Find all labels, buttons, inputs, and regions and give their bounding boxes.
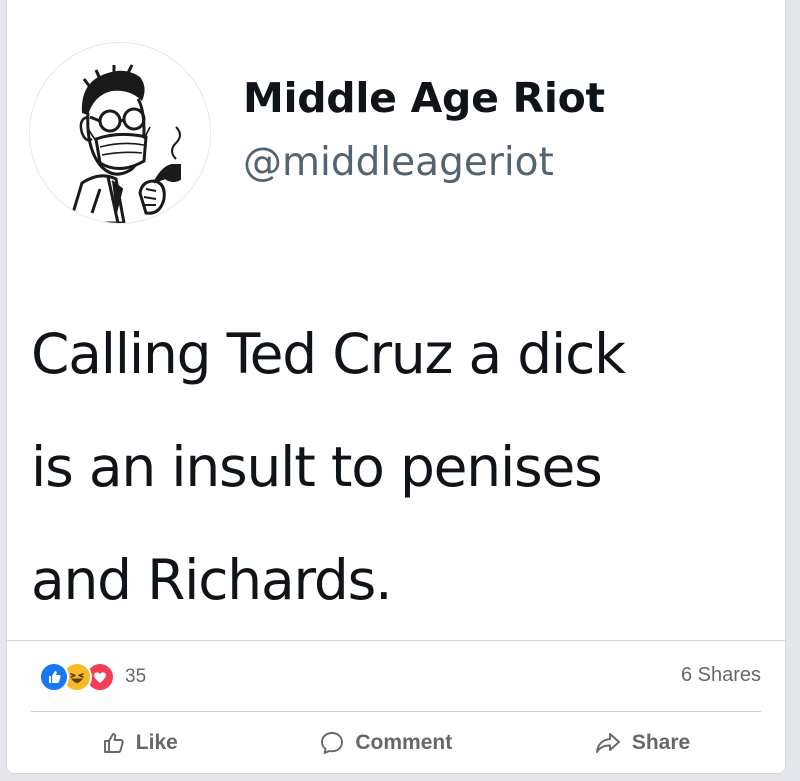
tweet-text-line: Calling Ted Cruz a dick: [31, 322, 626, 386]
divider: [7, 640, 785, 641]
tweet-author-handle: @middleageriot: [243, 140, 554, 185]
comment-label: Comment: [355, 731, 453, 754]
tweet-text-line: and Richards.: [31, 548, 393, 612]
thumbs-up-icon: [103, 733, 124, 753]
tweet-author-name: Middle Age Riot: [243, 74, 605, 122]
comment-icon: [321, 732, 344, 754]
tweet-text: Calling Ted Cruz a dick is an insult to …: [31, 298, 791, 637]
masked-man-with-pipe-illustration: [68, 64, 181, 223]
reaction-count: 35: [125, 666, 147, 687]
like-label: Like: [135, 731, 178, 754]
avatar: [29, 42, 211, 224]
share-button[interactable]: Share: [570, 726, 714, 760]
share-label: Share: [631, 731, 691, 754]
tweet-screenshot[interactable]: Middle Age Riot @middleageriot Calling T…: [7, 0, 785, 640]
divider: [31, 711, 761, 712]
action-bar: Like Comment Share: [31, 722, 761, 764]
reactions-summary[interactable]: 35: [39, 660, 146, 694]
shares-count[interactable]: 6 Shares: [681, 664, 761, 687]
post-card: Middle Age Riot @middleageriot Calling T…: [6, 0, 786, 774]
share-arrow-icon: [595, 733, 620, 753]
like-button[interactable]: Like: [78, 727, 202, 759]
like-icon: [39, 662, 69, 692]
tweet-text-line: is an insult to penises: [31, 435, 603, 499]
comment-button[interactable]: Comment: [295, 726, 476, 760]
